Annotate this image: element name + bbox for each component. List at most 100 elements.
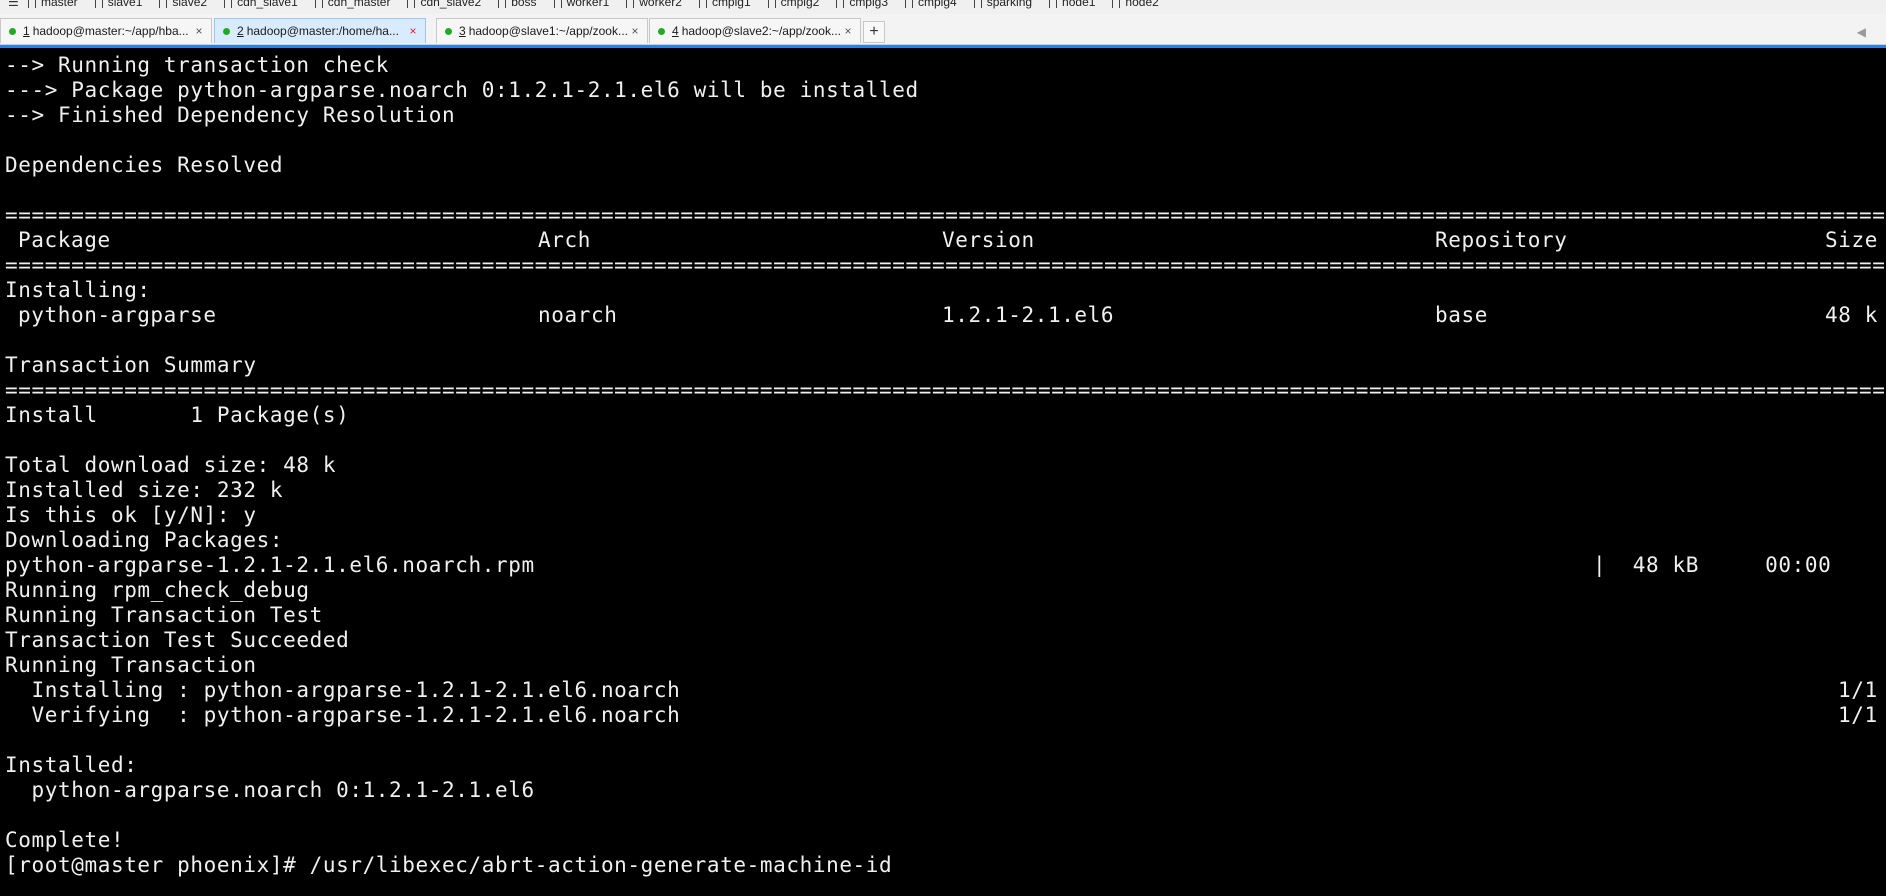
- step-counter: 1/1: [1838, 678, 1878, 702]
- bookmark-icon: [626, 0, 635, 8]
- bookmark-icon: [28, 0, 36, 8]
- terminal-line: --> Finished Dependency Resolution: [5, 103, 456, 127]
- bookmark-bar: ☰ master slave1 slave2 cdh_slave1 cdh_ma…: [0, 0, 1886, 14]
- tab-session-1[interactable]: 1 hadoop@master:~/app/hba... ×: [0, 18, 212, 43]
- step-counter: 1/1: [1838, 703, 1878, 727]
- terminal-line: Complete!: [5, 828, 125, 852]
- bookmark-label: slave2: [172, 0, 208, 9]
- bookmark-icon: [224, 0, 233, 8]
- terminal-line: Installing:: [5, 278, 151, 302]
- bookmark-item[interactable]: sparking: [973, 0, 1033, 9]
- bookmark-item[interactable]: master: [28, 0, 78, 9]
- terminal-line: Running Transaction: [5, 653, 257, 677]
- bookmark-item[interactable]: slave1: [94, 0, 143, 9]
- close-icon[interactable]: ×: [407, 24, 419, 38]
- bookmark-icon: [1049, 0, 1058, 8]
- bookmark-item[interactable]: cdh_master: [314, 0, 390, 9]
- bookmark-item[interactable]: cmpig2: [767, 0, 820, 9]
- bookmark-icon: [698, 0, 707, 8]
- session-tab-bar: 1 hadoop@master:~/app/hba... × 2 hadoop@…: [0, 14, 1886, 45]
- terminal-line: Downloading Packages:: [5, 528, 284, 552]
- bookmark-label: cmpig3: [849, 0, 888, 9]
- terminal-line: python-argparse.noarch 0:1.2.1-2.1.el6: [5, 778, 535, 802]
- bookmark-label: cmpig1: [711, 0, 751, 9]
- bookmark-item[interactable]: worker2: [626, 0, 682, 9]
- tab-session-3[interactable]: 3 hadoop@slave1:~/app/zook... ×: [436, 18, 648, 43]
- terminal-line: --> Running transaction check: [5, 53, 390, 77]
- bookmark-icon: [498, 0, 507, 8]
- terminal-line: Running Transaction Test: [5, 603, 323, 627]
- bookmark-icon: [314, 0, 323, 8]
- column-header-package: Package: [18, 228, 111, 252]
- bookmark-label: cdh_slave2: [420, 0, 482, 9]
- terminal-line: Transaction Test Succeeded: [5, 628, 350, 652]
- bookmark-item[interactable]: boss: [498, 0, 537, 9]
- column-header-arch: Arch: [538, 228, 591, 252]
- package-size-cell: 48 k: [1825, 303, 1878, 327]
- bookmark-label: cmpig4: [918, 0, 957, 9]
- bookmark-item[interactable]: cmpig3: [836, 0, 888, 9]
- bookmark-icon: [767, 0, 776, 8]
- tab-title: hadoop@slave2:~/app/zook...: [681, 24, 841, 38]
- bookmark-label: slave1: [107, 0, 143, 9]
- terminal-line: Installed:: [5, 753, 138, 777]
- bookmark-label: cdh_slave1: [237, 0, 298, 9]
- close-icon[interactable]: ×: [193, 24, 205, 38]
- terminal-line: Verifying : python-argparse-1.2.1-2.1.el…: [5, 703, 681, 727]
- bookmark-icon: [94, 0, 103, 8]
- bookmark-item[interactable]: cmpig4: [905, 0, 957, 9]
- terminal-line: Transaction Summary: [5, 353, 257, 377]
- bookmark-label: cmpig2: [780, 0, 820, 9]
- bookmark-item[interactable]: cdh_slave2: [407, 0, 481, 9]
- tab-session-4[interactable]: 4 hadoop@slave2:~/app/zook... ×: [649, 18, 861, 43]
- close-icon[interactable]: ×: [629, 24, 641, 38]
- bookmark-item[interactable]: cmpig1: [698, 0, 751, 9]
- package-repository-cell: base: [1435, 303, 1488, 327]
- separator-line: ========================================…: [5, 253, 1886, 277]
- connection-status-icon: [9, 27, 16, 35]
- tab-number: 2: [237, 24, 244, 38]
- package-arch-cell: noarch: [538, 303, 618, 327]
- bookmark-item[interactable]: slave2: [159, 0, 207, 9]
- bookmark-icon: [159, 0, 168, 8]
- package-name-cell: python-argparse: [18, 303, 217, 327]
- bookmark-label: master: [41, 0, 78, 9]
- shell-prompt-line[interactable]: [root@master phoenix]# /usr/libexec/abrt…: [5, 853, 892, 878]
- bookmark-item[interactable]: node2: [1112, 0, 1159, 9]
- separator-line: ========================================…: [5, 378, 1886, 402]
- tab-number: 4: [672, 24, 679, 38]
- bookmark-label: node2: [1125, 0, 1159, 9]
- column-header-size: Size: [1825, 228, 1878, 252]
- add-tab-button[interactable]: +: [863, 21, 885, 43]
- tab-title: hadoop@slave1:~/app/zook...: [468, 24, 628, 38]
- bookmark-label: sparking: [986, 0, 1033, 9]
- terminal-line: Is this ok [y/N]: y: [5, 503, 257, 527]
- bookmark-item[interactable]: worker1: [553, 0, 609, 9]
- tab-number: 3: [459, 24, 466, 38]
- bookmark-icon: [553, 0, 562, 8]
- terminal-line: Install 1 Package(s): [5, 403, 350, 427]
- bookmark-icon: [1112, 0, 1121, 8]
- bookmark-label: node1: [1062, 0, 1096, 9]
- bookmark-item[interactable]: cdh_slave1: [224, 0, 298, 9]
- tab-session-2[interactable]: 2 hadoop@master:/home/ha... ×: [214, 18, 426, 43]
- terminal-line: python-argparse-1.2.1-2.1.el6.noarch.rpm: [5, 553, 535, 577]
- terminal-line: Total download size: 48 k: [5, 453, 337, 477]
- terminal-line: Installed size: 232 k: [5, 478, 284, 502]
- bookmark-icon: [973, 0, 982, 8]
- bookmark-icon: [836, 0, 845, 8]
- bookmark-row: ☰ master slave1 slave2 cdh_slave1 cdh_ma…: [0, 0, 1176, 12]
- tab-title: hadoop@master:/home/ha...: [246, 24, 399, 38]
- connection-status-icon: [658, 27, 665, 35]
- bookmarks-menu-icon[interactable]: ☰: [8, 0, 22, 9]
- bookmark-item[interactable]: node1: [1049, 0, 1095, 9]
- tab-title: hadoop@master:~/app/hba...: [32, 24, 189, 38]
- tab-scroll-left-icon[interactable]: ◀: [1857, 25, 1866, 39]
- connection-status-icon: [223, 27, 230, 35]
- close-icon[interactable]: ×: [842, 24, 854, 38]
- terminal-line: ---> Package python-argparse.noarch 0:1.…: [5, 78, 919, 102]
- terminal-client-window: ☰ master slave1 slave2 cdh_slave1 cdh_ma…: [0, 0, 1886, 896]
- terminal-output[interactable]: --> Running transaction check ---> Packa…: [5, 53, 1886, 896]
- download-progress: | 48 kB 00:00: [1593, 553, 1832, 577]
- column-header-version: Version: [942, 228, 1035, 252]
